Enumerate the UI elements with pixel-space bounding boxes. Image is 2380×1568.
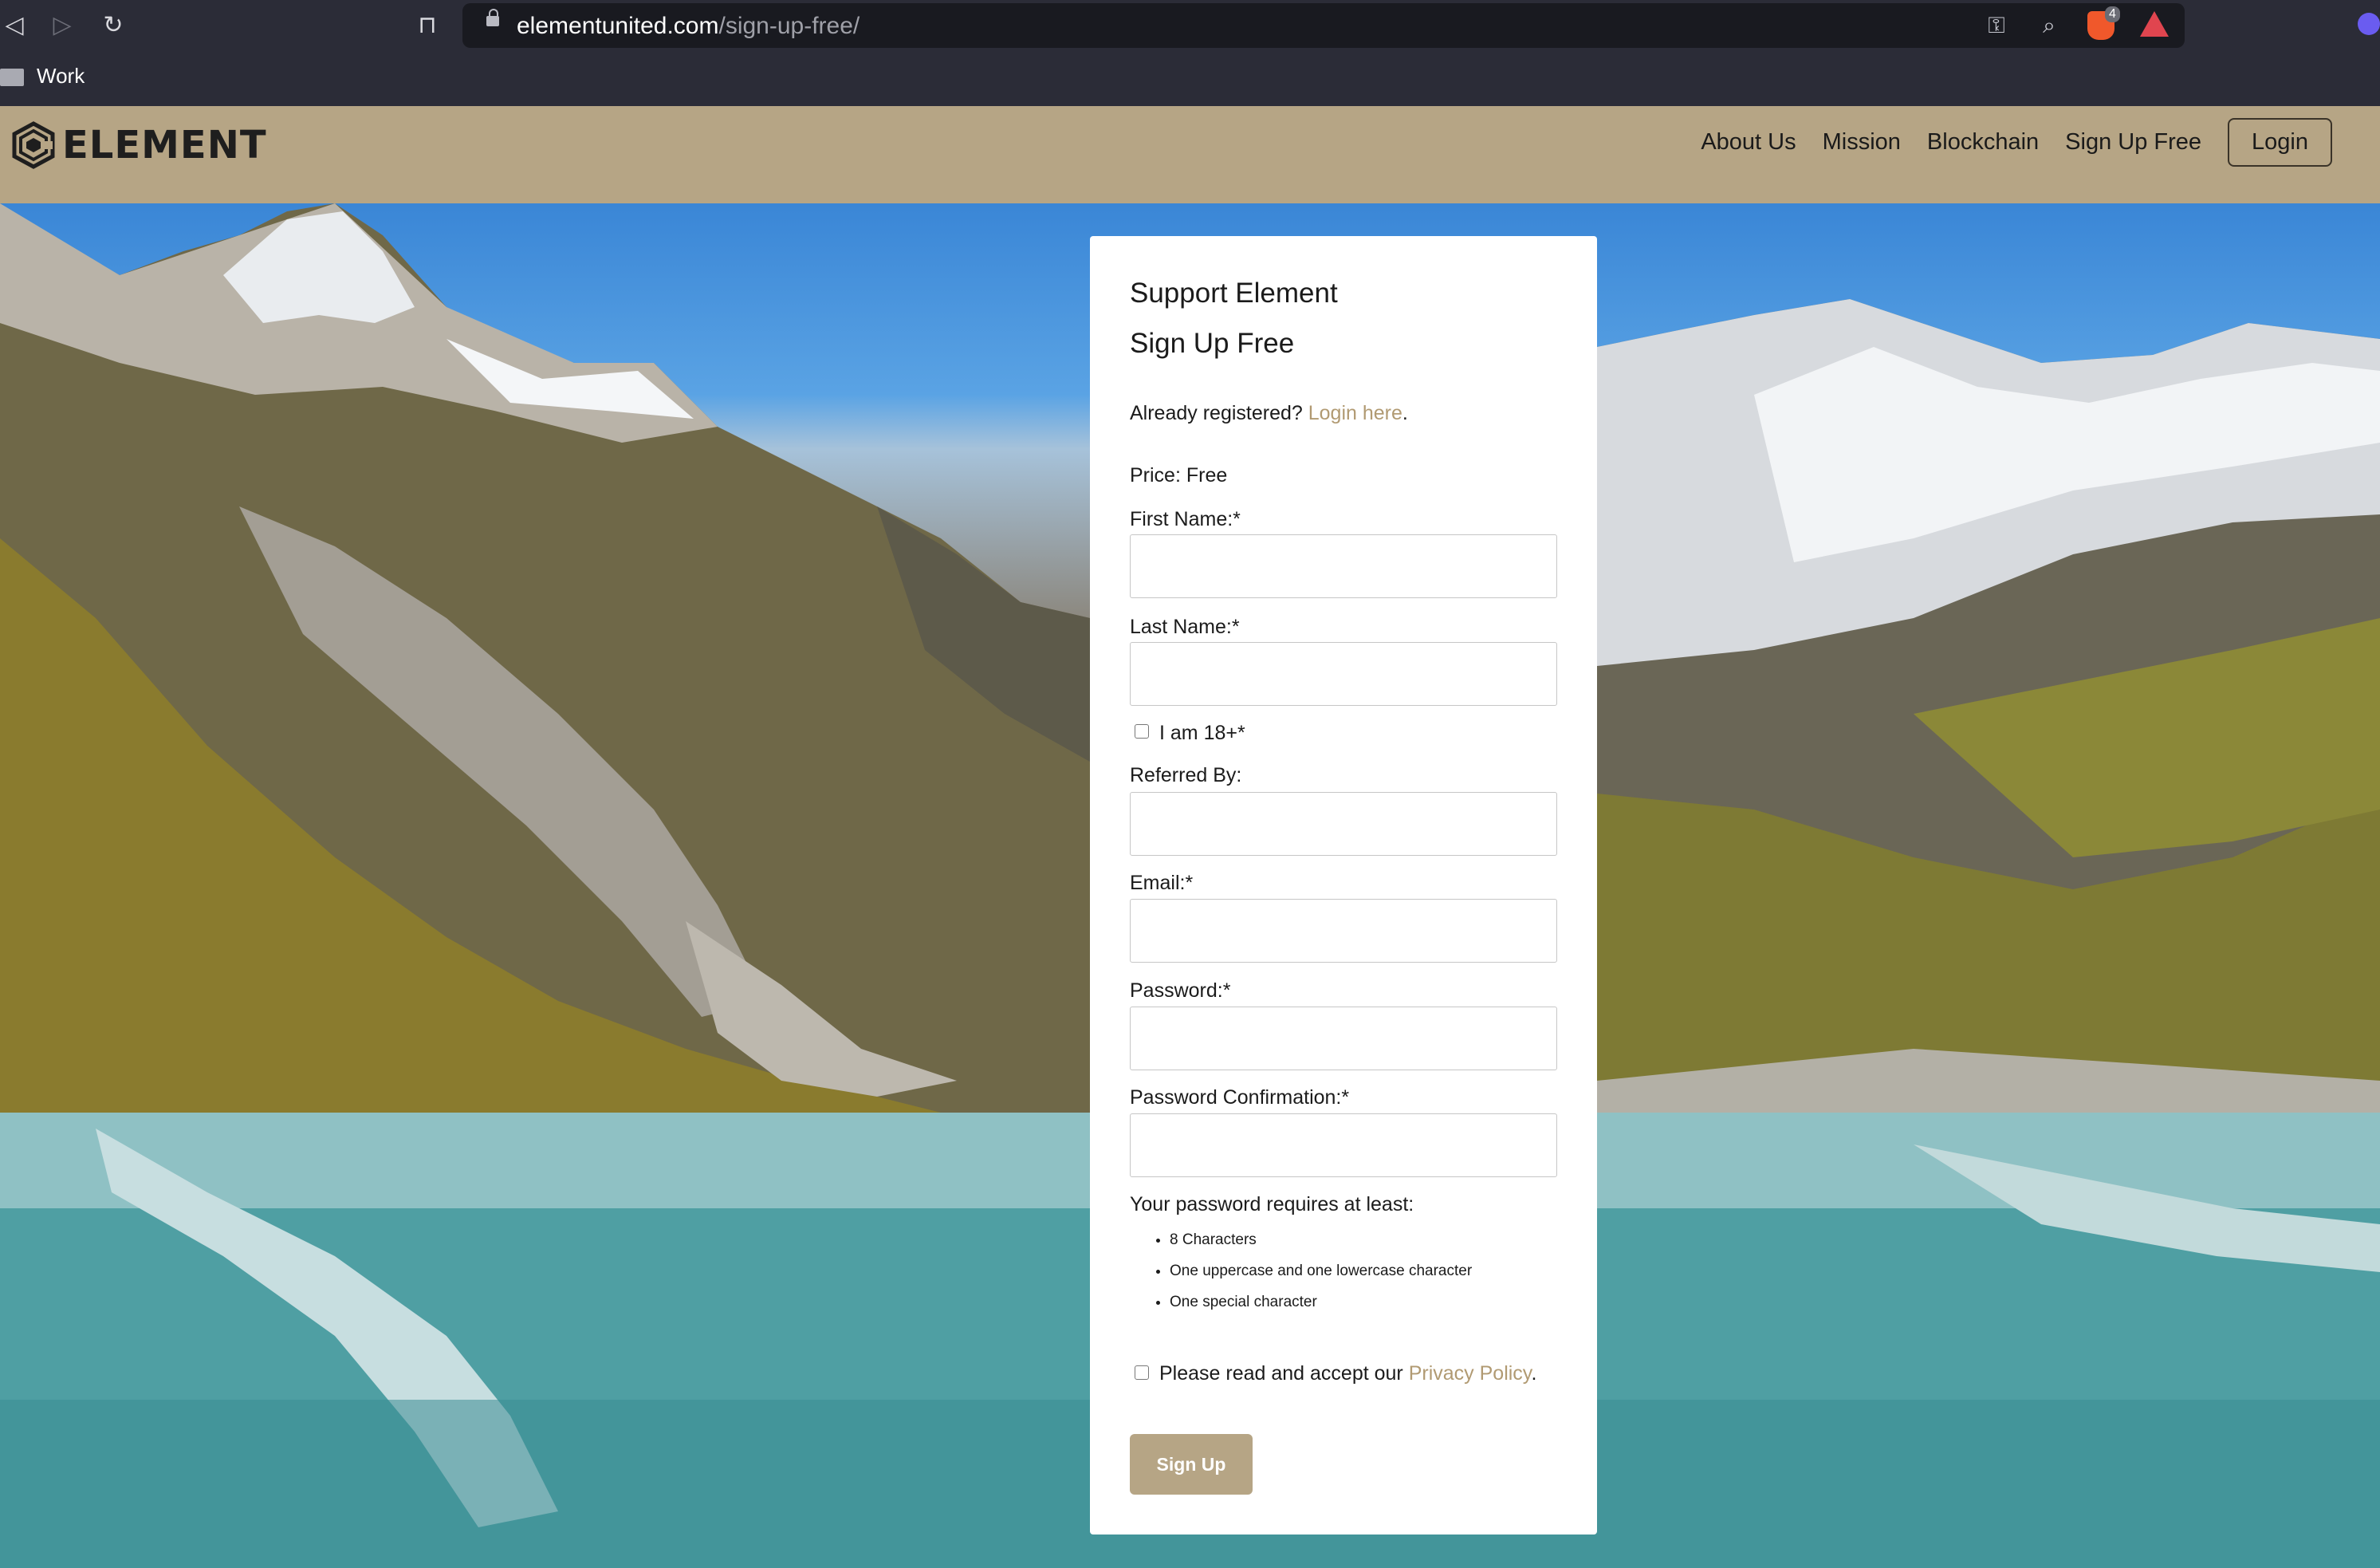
last-name-field[interactable] xyxy=(1130,642,1557,706)
key-icon[interactable]: ⚿ xyxy=(1982,11,2011,40)
nav-about-us[interactable]: About Us xyxy=(1701,129,1796,156)
card-heading-signup: Sign Up Free xyxy=(1130,328,1295,359)
referred-by-label: Referred By: xyxy=(1130,764,1242,786)
password-requirements-title: Your password requires at least: xyxy=(1130,1193,1414,1215)
brave-shield-icon[interactable]: 4 xyxy=(2087,6,2120,40)
password-label: Password:* xyxy=(1130,979,1231,1002)
signup-card: Support Element Sign Up Free Already reg… xyxy=(1090,236,1597,1535)
url-domain: elementunited.com xyxy=(517,13,719,39)
url-text: elementunited.com/sign-up-free/ xyxy=(517,13,860,40)
card-heading-support: Support Element xyxy=(1130,278,1338,309)
nav-mission[interactable]: Mission xyxy=(1823,129,1901,156)
already-registered-text: Already registered? Login here. xyxy=(1130,402,1408,425)
sign-up-button[interactable]: Sign Up xyxy=(1130,1434,1253,1495)
email-field[interactable] xyxy=(1130,899,1557,963)
main-nav: About Us Mission Blockchain Sign Up Free… xyxy=(1701,116,2332,168)
element-logo-icon xyxy=(12,121,55,169)
address-bar[interactable]: elementunited.com/sign-up-free/ ⚿ ⌕ 4 xyxy=(462,3,2185,48)
period: . xyxy=(1402,402,1408,424)
login-button[interactable]: Login xyxy=(2228,117,2332,167)
brave-badge: 4 xyxy=(2105,6,2120,22)
privacy-policy-link[interactable]: Privacy Policy xyxy=(1409,1362,1532,1385)
privacy-checkbox[interactable] xyxy=(1135,1365,1149,1380)
zoom-icon[interactable]: ⌕ xyxy=(2035,11,2063,40)
extension-icon[interactable] xyxy=(2358,13,2380,35)
back-icon[interactable]: ◁ xyxy=(0,11,29,40)
password-confirmation-field[interactable] xyxy=(1130,1113,1557,1177)
requirement-item: One special character xyxy=(1170,1290,1472,1322)
forward-icon[interactable]: ▷ xyxy=(48,11,77,40)
age-checkbox[interactable] xyxy=(1135,724,1149,739)
price-text: Price: Free xyxy=(1130,464,1228,487)
privacy-prefix: Please read and accept our xyxy=(1159,1362,1403,1385)
browser-chrome: ◁ ▷ ↻ ⊓ elementunited.com/sign-up-free/ … xyxy=(0,0,2380,106)
password-field[interactable] xyxy=(1130,1007,1557,1070)
lock-icon xyxy=(486,9,499,26)
already-registered-label: Already registered? xyxy=(1130,402,1303,424)
browser-toolbar: ◁ ▷ ↻ ⊓ elementunited.com/sign-up-free/ … xyxy=(0,0,2380,53)
logo-text: ELEMENT xyxy=(62,123,267,167)
period: . xyxy=(1531,1362,1537,1385)
email-label: Email:* xyxy=(1130,872,1194,894)
login-here-link[interactable]: Login here xyxy=(1308,402,1402,424)
site-logo[interactable]: ELEMENT xyxy=(11,120,267,171)
reload-icon[interactable]: ↻ xyxy=(99,11,128,40)
requirement-item: One uppercase and one lowercase characte… xyxy=(1170,1259,1472,1290)
password-requirements-list: 8 Characters One uppercase and one lower… xyxy=(1130,1228,1472,1322)
last-name-label: Last Name:* xyxy=(1130,616,1240,638)
brave-rewards-icon[interactable] xyxy=(2140,11,2169,40)
password-confirmation-label: Password Confirmation:* xyxy=(1130,1086,1350,1109)
nav-blockchain[interactable]: Blockchain xyxy=(1927,129,2039,156)
referred-by-field[interactable] xyxy=(1130,792,1557,856)
requirement-item: 8 Characters xyxy=(1170,1228,1472,1259)
first-name-field[interactable] xyxy=(1130,534,1557,598)
address-bar-icons: ⚿ ⌕ 4 xyxy=(1982,6,2169,40)
age-checkbox-label: I am 18+* xyxy=(1159,722,1245,744)
nav-sign-up-free[interactable]: Sign Up Free xyxy=(2065,129,2201,156)
bookmark-folder-work[interactable]: Work xyxy=(37,64,85,89)
url-path: /sign-up-free/ xyxy=(718,13,860,39)
privacy-text: Please read and accept our Privacy Polic… xyxy=(1159,1362,1536,1385)
bookmark-icon[interactable]: ⊓ xyxy=(413,11,442,40)
first-name-label: First Name:* xyxy=(1130,508,1241,530)
folder-icon xyxy=(0,69,24,86)
